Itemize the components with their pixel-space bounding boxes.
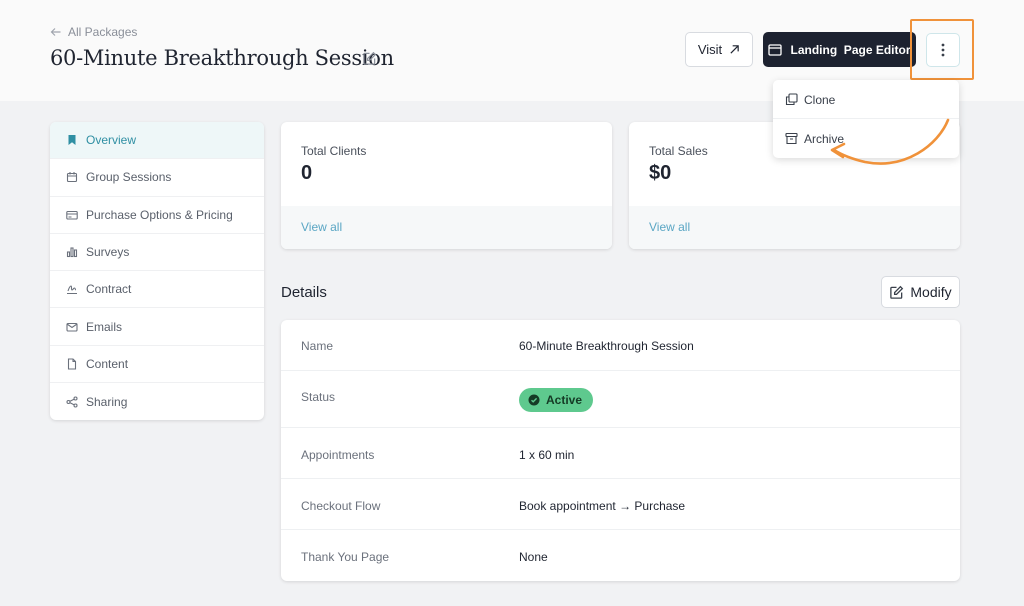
details-row-appointments: Appointments 1 x 60 min: [281, 428, 960, 479]
sidebar-item-label: Group Sessions: [86, 170, 172, 185]
landing-page-editor-button[interactable]: Landing Page Editor: [763, 32, 916, 67]
sidebar-item-label: Overview: [86, 133, 137, 148]
landing-page-editor-label: Landing Page Editor: [790, 42, 911, 57]
sidebar-item-label: Emails: [86, 319, 123, 334]
total-clients-card: Total Clients 0 View all: [281, 122, 612, 249]
stat-label: Total Sales: [649, 144, 708, 158]
stat-value: $0: [649, 162, 672, 184]
row-value: 60-Minute Breakthrough Session: [519, 339, 694, 353]
row-label: Thank You Page: [301, 550, 390, 564]
mail-icon: [66, 322, 78, 332]
stat-value: 0: [301, 162, 313, 184]
sidebar-item-group-sessions[interactable]: Group Sessions: [50, 159, 264, 197]
card-footer: View all: [629, 206, 960, 249]
menu-item-label: Clone: [804, 92, 836, 107]
calendar-icon: [66, 172, 78, 183]
row-label: Status: [301, 390, 336, 404]
status-badge-label: Active: [546, 393, 583, 407]
details-table: Name 60-Minute Breakthrough Session Stat…: [281, 320, 960, 581]
row-label: Name: [301, 339, 334, 353]
check-circle-icon: [528, 394, 540, 406]
details-row-checkout-flow: Checkout Flow Book appointment → Purchas…: [281, 479, 960, 530]
row-value: 1 x 60 min: [519, 448, 575, 462]
sidebar-item-label: Purchase Options & Pricing: [86, 207, 233, 222]
arrow-left-icon: [50, 28, 61, 36]
signature-icon: [67, 285, 77, 295]
row-value: Book appointment → Purchase: [519, 499, 686, 513]
bookmark-icon: [68, 135, 76, 146]
status-badge: Active: [519, 388, 594, 412]
edit-icon: [890, 285, 904, 299]
modify-button[interactable]: Modify: [881, 276, 960, 308]
external-link-icon: [730, 45, 739, 54]
visit-button-label: Visit: [697, 42, 723, 57]
browser-window-icon: [768, 43, 783, 56]
sidebar-item-sharing[interactable]: Sharing: [50, 383, 264, 420]
card-footer: View all: [281, 206, 612, 249]
bar-chart-icon: [66, 247, 78, 258]
details-row-name: Name 60-Minute Breakthrough Session: [281, 320, 960, 371]
sidebar-item-overview[interactable]: Overview: [50, 122, 264, 160]
sidebar-item-emails[interactable]: Emails: [50, 308, 264, 346]
curved-arrow-annotation: [830, 118, 950, 165]
row-label: Checkout Flow: [301, 499, 381, 513]
view-all-clients-link[interactable]: View all: [301, 220, 342, 234]
edit-title-icon[interactable]: [362, 51, 377, 66]
row-label: Appointments: [301, 448, 375, 462]
sidebar-item-label: Surveys: [86, 245, 130, 260]
row-value: None: [519, 550, 548, 564]
details-row-status: Status Active: [281, 371, 960, 428]
details-heading: Details: [281, 284, 327, 301]
view-all-sales-link[interactable]: View all: [649, 220, 690, 234]
sidebar-item-label: Sharing: [86, 394, 128, 409]
clone-icon: [785, 93, 798, 106]
document-icon: [67, 358, 77, 370]
sidebar-item-content[interactable]: Content: [50, 346, 264, 384]
back-link[interactable]: All Packages: [50, 25, 137, 39]
modify-button-label: Modify: [910, 284, 952, 300]
archive-icon: [785, 132, 798, 145]
page-title: 60-Minute Breakthrough Session: [50, 46, 394, 70]
back-link-label: All Packages: [68, 25, 138, 39]
credit-card-icon: [66, 210, 78, 220]
highlight-annotation: [910, 19, 974, 80]
sidebar-item-label: Content: [86, 356, 129, 371]
sidebar-item-contract[interactable]: Contract: [50, 271, 264, 309]
sidebar-nav: Overview Group Sessions Purchase Options…: [50, 122, 264, 420]
sidebar-item-label: Contract: [86, 282, 132, 297]
stat-label: Total Clients: [301, 144, 367, 158]
details-row-thank-you-page: Thank You Page None: [281, 530, 960, 581]
sidebar-item-surveys[interactable]: Surveys: [50, 234, 264, 272]
sidebar-item-purchase-options[interactable]: Purchase Options & Pricing: [50, 197, 264, 234]
visit-button[interactable]: Visit: [685, 32, 753, 67]
share-icon: [66, 396, 78, 408]
